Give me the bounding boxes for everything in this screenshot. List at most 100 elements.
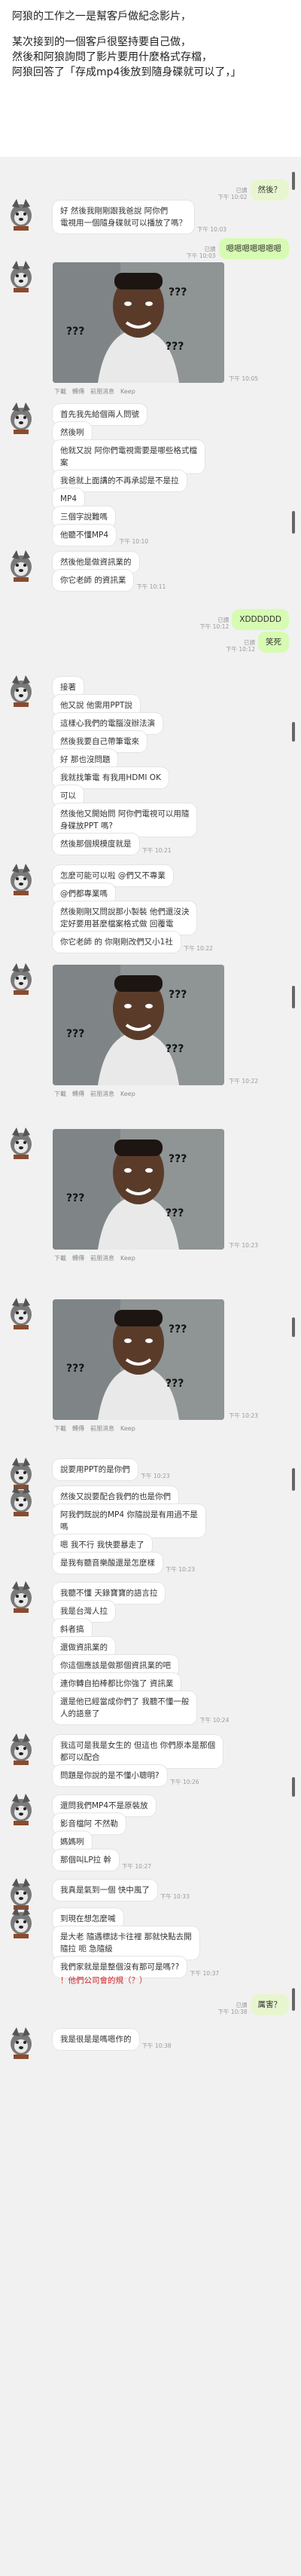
- avatar[interactable]: [5, 674, 38, 707]
- svg-text:???: ???: [166, 1207, 184, 1219]
- incoming-message[interactable]: 是我有聽音樂酸還是怎麼樣: [53, 1553, 163, 1574]
- photo-action-3[interactable]: Keep: [120, 1255, 135, 1262]
- message-time: 已讀 下午 10:12: [199, 616, 230, 630]
- avatar[interactable]: [5, 862, 38, 895]
- meme-photo[interactable]: ?????????: [53, 262, 224, 383]
- message-time: 下午 10:10: [119, 538, 149, 545]
- avatar[interactable]: [5, 1483, 38, 1516]
- message-time: 下午 10:27: [122, 1863, 152, 1870]
- message-time: 下午 10:23: [229, 1412, 258, 1419]
- incoming-message[interactable]: 說要用PPT的是你們: [53, 1459, 138, 1480]
- incoming-message[interactable]: 你它老師 的資訊業: [53, 570, 134, 591]
- photo-action-3[interactable]: Keep: [120, 388, 135, 395]
- avatar[interactable]: [5, 197, 38, 231]
- avatar[interactable]: [5, 259, 38, 292]
- avatar[interactable]: [5, 1126, 38, 1159]
- scrollbar-thumb[interactable]: [292, 986, 295, 1008]
- svg-text:???: ???: [169, 286, 187, 298]
- avatar[interactable]: [5, 1905, 38, 1938]
- scrollbar-thumb[interactable]: [292, 1988, 295, 2011]
- incoming-message[interactable]: 還是他已經當成你們了 我聽不懂一般 人的語意了: [53, 1691, 197, 1724]
- photo-action-2[interactable]: 前朋消息: [90, 388, 114, 395]
- photo-action-0[interactable]: 下載: [54, 1091, 66, 1097]
- scrollbar-thumb[interactable]: [292, 511, 295, 534]
- incoming-message[interactable]: 問題是你說的是不懂小聰明?: [53, 1765, 167, 1786]
- incoming-message[interactable]: 是大老 隨遇標誌卡往裡 那就快點去開 隨拉 呃 急隨級: [53, 1926, 199, 1960]
- photo-action-0[interactable]: 下載: [54, 1255, 66, 1262]
- avatar[interactable]: [5, 549, 38, 582]
- photo-action-2[interactable]: 前朋消息: [90, 1425, 114, 1432]
- avatar[interactable]: [5, 2026, 38, 2059]
- message-time: 已讀 下午 10:02: [217, 187, 248, 200]
- intro-line-4: 阿狼回答了「存成mp4後放到隨身碟就可以了，」: [12, 66, 242, 78]
- svg-text:???: ???: [166, 1043, 184, 1055]
- intro-line-2: 某次接到的一個客戶很堅持要自己做，: [12, 36, 191, 48]
- scrollbar-thumb[interactable]: [292, 172, 295, 190]
- photo-action-0[interactable]: 下載: [54, 388, 66, 395]
- svg-text:???: ???: [169, 1323, 187, 1335]
- outgoing-message[interactable]: 嗯嗯嗯嗯嗯嗯嗯: [218, 238, 289, 259]
- intro-line-3: 然後和阿狼詢問了影片要用什麼格式存檔，: [12, 51, 212, 63]
- message-time: 下午 10:38: [141, 2042, 172, 2049]
- message-time: 下午 10:22: [183, 945, 213, 952]
- svg-text:???: ???: [169, 989, 187, 1001]
- avatar[interactable]: [5, 962, 38, 995]
- outgoing-message[interactable]: 然後？: [250, 179, 289, 200]
- scrollbar-thumb[interactable]: [292, 1317, 295, 1337]
- scrollbar-thumb[interactable]: [292, 722, 295, 742]
- incoming-message[interactable]: 你它老師 的 你剛剛改們又小1社: [53, 932, 181, 953]
- photo-action-2[interactable]: 前朋消息: [90, 1255, 114, 1262]
- outgoing-message[interactable]: 笑死: [258, 632, 289, 653]
- svg-text:???: ???: [166, 341, 184, 353]
- avatar[interactable]: [5, 1792, 38, 1825]
- incoming-message[interactable]: 阿我們既說的MP4 你隨說是有用過不是 嗎: [53, 1504, 205, 1537]
- incoming-message[interactable]: 然後剛剛又問說那小製裝 他們還沒決 定好要用甚麼檔案格式做 回覆電: [53, 901, 197, 935]
- incoming-message[interactable]: 然後那個規模度就是: [53, 834, 139, 855]
- photo-action-1[interactable]: 轉傳: [72, 1255, 84, 1262]
- incoming-message[interactable]: 好 然後我剛剛跟我爸說 阿你們 電視用一個隨身碟就可以播放了嗎？: [53, 200, 194, 234]
- incoming-message[interactable]: 我這可是我是女生的 但這也 你們原本是那個 都可以配合: [53, 1735, 223, 1768]
- incoming-message[interactable]: 然後他又開始問 阿你們電視可以用隨 身碟放PPT 嗎?: [53, 803, 197, 837]
- photo-actions: 下載 轉傳 前朋消息 Keep: [54, 1090, 141, 1098]
- photo-actions: 下載 轉傳 前朋消息 Keep: [54, 1254, 141, 1262]
- photo-action-1[interactable]: 轉傳: [72, 1091, 84, 1097]
- incoming-message[interactable]: 我真是氣到一個 快中風了: [53, 1880, 157, 1901]
- meme-photo[interactable]: ?????????: [53, 1129, 224, 1250]
- message-time: 下午 10:26: [169, 1779, 199, 1785]
- message-time: 下午 10:24: [199, 1717, 230, 1724]
- message-time: 下午 10:33: [160, 1893, 190, 1900]
- incoming-message[interactable]: 他聽不懂MP4: [53, 525, 117, 546]
- incoming-message[interactable]: 我是很是是嗎嗯作的: [53, 2029, 139, 2050]
- scrollbar-thumb[interactable]: [292, 1468, 295, 1491]
- incoming-message[interactable]: 那個叫LP拉 幹: [53, 1849, 120, 1871]
- message-time: 下午 10:23: [229, 1242, 258, 1249]
- message-time: 下午 10:22: [229, 1078, 258, 1085]
- intro-line-1: 阿狼的工作之一是幫客戶做紀念影片，: [12, 11, 191, 23]
- message-time: 已讀 下午 10:12: [226, 639, 255, 653]
- scrollbar-thumb[interactable]: [292, 1777, 295, 1797]
- incoming-message[interactable]: ！他們公司會的規（？）: [53, 1970, 155, 1991]
- avatar[interactable]: [5, 1580, 38, 1613]
- photo-action-1[interactable]: 轉傳: [72, 388, 84, 395]
- photo-action-3[interactable]: Keep: [120, 1425, 135, 1432]
- meme-photo[interactable]: ?????????: [53, 965, 224, 1085]
- svg-text:???: ???: [166, 1378, 184, 1390]
- photo-action-3[interactable]: Keep: [120, 1091, 135, 1097]
- photo-action-0[interactable]: 下載: [54, 1425, 66, 1432]
- meme-photo[interactable]: ?????????: [53, 1299, 224, 1420]
- photo-actions: 下載 轉傳 前朋消息 Keep: [54, 387, 141, 396]
- svg-text:???: ???: [169, 1153, 187, 1165]
- intro-text: 阿狼的工作之一是幫客戶做紀念影片， 某次接到的一個客戶很堅持要自己做， 然後和阿…: [0, 0, 301, 80]
- svg-text:???: ???: [66, 1028, 84, 1040]
- photo-action-1[interactable]: 轉傳: [72, 1425, 84, 1432]
- photo-action-2[interactable]: 前朋消息: [90, 1091, 114, 1097]
- outgoing-message[interactable]: 厲害？: [250, 1994, 289, 2015]
- message-time: 下午 10:21: [141, 847, 172, 854]
- avatar[interactable]: [5, 1296, 38, 1329]
- chat-log[interactable]: 然後？ 已讀 下午 10:02 好 然後我剛剛跟我爸說 阿你們 電視用一個隨身碟就可…: [0, 157, 301, 2576]
- incoming-message[interactable]: 他就又說 阿你們電視需要是哪些格式檔 案: [53, 440, 205, 473]
- outgoing-message[interactable]: XDDDDDD: [232, 609, 289, 630]
- message-time: 下午 10:11: [136, 583, 166, 590]
- avatar[interactable]: [5, 1732, 38, 1765]
- avatar[interactable]: [5, 401, 38, 434]
